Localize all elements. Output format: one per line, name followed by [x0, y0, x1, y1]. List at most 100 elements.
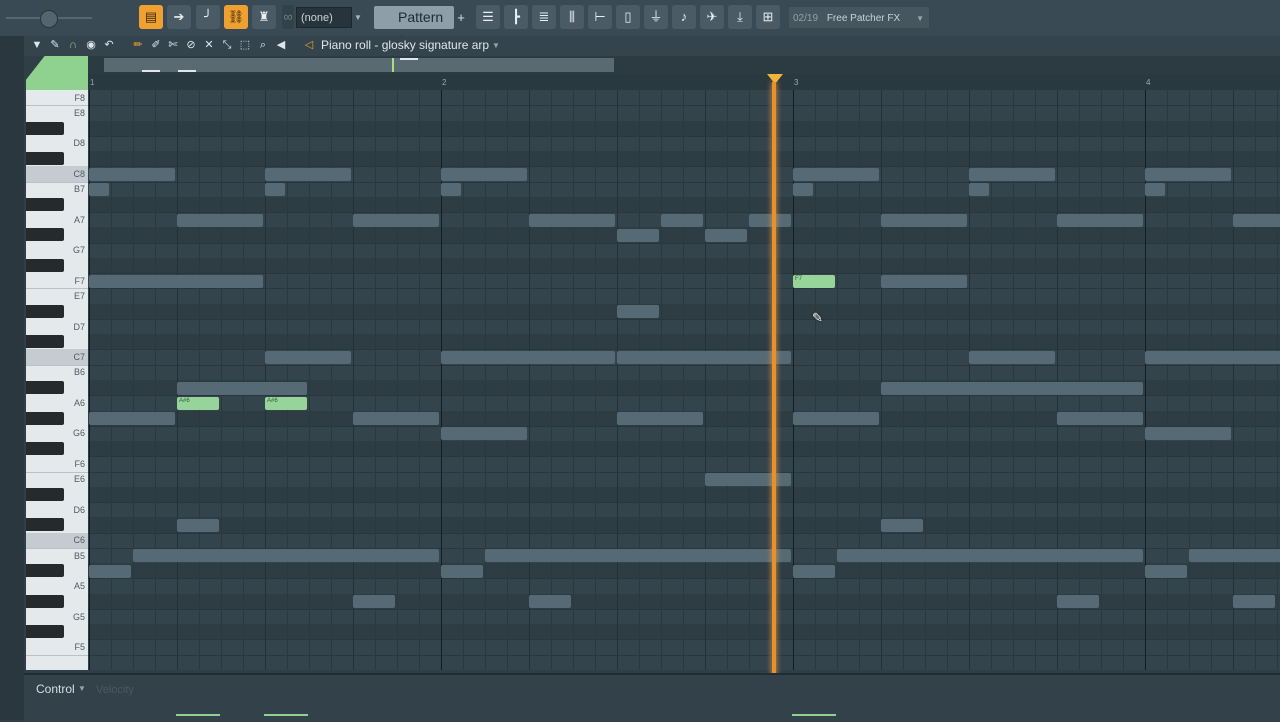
channel-rack-icon[interactable]: ≣ — [532, 5, 556, 29]
channel-speaker-icon[interactable]: ◁ — [302, 38, 316, 52]
file-icon[interactable]: ▯ — [616, 5, 640, 29]
note[interactable] — [617, 350, 791, 364]
black-key[interactable] — [26, 411, 64, 425]
note[interactable] — [89, 167, 175, 181]
speaker-icon[interactable]: ◀ — [274, 38, 288, 52]
velocity-bar[interactable] — [792, 714, 836, 716]
note[interactable] — [265, 350, 351, 364]
note[interactable] — [793, 167, 879, 181]
paint-icon[interactable]: ✐ — [149, 38, 163, 52]
note[interactable] — [177, 518, 219, 532]
note[interactable] — [441, 427, 527, 441]
note[interactable] — [1145, 167, 1231, 181]
magnet-icon[interactable]: ∩ — [66, 38, 80, 52]
note[interactable] — [881, 213, 967, 227]
note[interactable] — [1233, 213, 1280, 227]
selected-note[interactable]: A#6 — [265, 396, 307, 410]
control-label[interactable]: Control — [36, 682, 75, 696]
recording-icon[interactable]: ✈ — [700, 5, 724, 29]
note[interactable] — [353, 412, 439, 426]
timeline-ruler[interactable] — [88, 74, 1280, 91]
black-key[interactable] — [26, 228, 64, 242]
black-key[interactable] — [26, 564, 64, 578]
note[interactable] — [881, 274, 967, 288]
wrench-icon[interactable]: ✎ — [48, 38, 62, 52]
note[interactable] — [177, 213, 263, 227]
black-key[interactable] — [26, 442, 64, 456]
note[interactable] — [441, 183, 461, 197]
snap-icon[interactable]: ╯ — [196, 5, 220, 29]
note[interactable] — [1145, 564, 1187, 578]
note[interactable] — [1145, 350, 1280, 364]
note[interactable] — [969, 350, 1055, 364]
chevron-down-icon[interactable]: ▼ — [916, 7, 924, 30]
slip-icon[interactable]: ✕ — [202, 38, 216, 52]
selected-note[interactable]: A#6 — [177, 396, 219, 410]
delete-icon[interactable]: ✄ — [166, 38, 180, 52]
pencil-icon[interactable]: ✏ — [131, 38, 145, 52]
note[interactable] — [89, 412, 175, 426]
mute-icon[interactable]: ⊘ — [184, 38, 198, 52]
black-key[interactable] — [26, 381, 64, 394]
note[interactable] — [1057, 213, 1143, 227]
chevron-down-icon[interactable]: ▼ — [492, 38, 500, 53]
undo-icon[interactable]: ↶ — [102, 38, 116, 52]
note-grid[interactable]: A#6 A#6 F7 — [88, 90, 1280, 670]
black-key[interactable] — [26, 258, 64, 272]
select-icon[interactable]: ⬚ — [238, 38, 252, 52]
note[interactable] — [617, 228, 659, 242]
note[interactable] — [529, 213, 615, 227]
note[interactable] — [133, 549, 439, 563]
play-icon[interactable]: ◉ — [84, 38, 98, 52]
note[interactable] — [1233, 595, 1275, 609]
note[interactable] — [529, 595, 571, 609]
piano-roll-icon[interactable]: ▤ — [139, 5, 163, 29]
arrow-right-icon[interactable]: ➔ — [167, 5, 191, 29]
performance-icon[interactable]: ♪ — [672, 5, 696, 29]
black-key[interactable] — [26, 197, 64, 211]
note[interactable] — [617, 412, 703, 426]
ruler-corner[interactable] — [26, 56, 88, 90]
piano-keyboard[interactable]: F8 E8 D8 C8 B7 A7 G7 F7 E7 D7 C7 B6 A6 G6 F6 E6 D6 C6 B5 A5… — [26, 90, 88, 670]
note[interactable] — [1057, 595, 1099, 609]
black-key[interactable] — [26, 121, 64, 135]
pattern-selector[interactable]: (none) — [296, 7, 352, 28]
note[interactable] — [89, 274, 263, 288]
master-volume-knob[interactable] — [40, 10, 58, 28]
metronome-icon[interactable]: ♜ — [252, 5, 276, 29]
note[interactable] — [265, 183, 285, 197]
note[interactable] — [749, 213, 791, 227]
note[interactable] — [705, 473, 791, 487]
note[interactable] — [969, 183, 989, 197]
step-sequencer-icon[interactable]: ┣ — [504, 5, 528, 29]
note[interactable] — [1057, 412, 1143, 426]
velocity-bar[interactable] — [264, 714, 308, 716]
download-icon[interactable]: ⤓ — [728, 5, 752, 29]
note[interactable] — [837, 549, 1143, 563]
playlist-icon[interactable]: ☰ — [476, 5, 500, 29]
note[interactable] — [617, 305, 659, 319]
black-key[interactable] — [26, 487, 64, 501]
note[interactable] — [793, 412, 879, 426]
note[interactable] — [881, 381, 1143, 395]
note[interactable] — [353, 595, 395, 609]
note[interactable] — [661, 213, 703, 227]
chevron-down-icon[interactable]: ▼ — [30, 38, 44, 52]
black-key[interactable] — [26, 518, 64, 532]
cart-icon[interactable]: ⊞ — [756, 5, 780, 29]
browser-icon[interactable]: ⊢ — [588, 5, 612, 29]
plugin-icon[interactable]: ⏚ — [644, 5, 668, 29]
note[interactable] — [793, 564, 835, 578]
zoom-icon[interactable]: ⌕ — [256, 38, 270, 52]
playhead[interactable] — [772, 82, 776, 720]
add-pattern-button[interactable]: + — [455, 6, 467, 29]
note[interactable] — [1145, 183, 1165, 197]
note[interactable] — [441, 564, 483, 578]
mixer-icon[interactable]: ⫼ — [560, 5, 584, 29]
note[interactable] — [441, 350, 615, 364]
black-key[interactable] — [26, 625, 64, 639]
note[interactable] — [485, 549, 791, 563]
note[interactable] — [441, 167, 527, 181]
black-key[interactable] — [26, 304, 64, 318]
note[interactable] — [1145, 427, 1231, 441]
